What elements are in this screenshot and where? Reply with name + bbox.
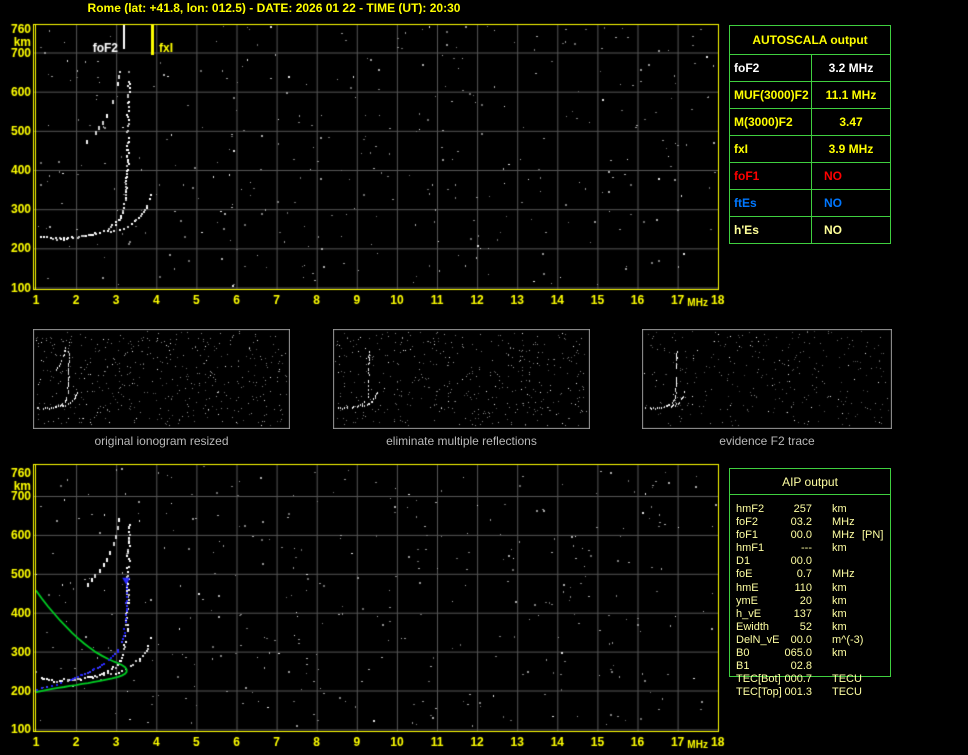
aip-row: TEC[Top] 001.3 TECU xyxy=(730,686,890,699)
parameter-label: Ewidth xyxy=(736,620,770,633)
parameter-value: 001.3 xyxy=(784,686,812,699)
parameter-label: foF1 xyxy=(730,163,812,189)
parameter-label: ftEs xyxy=(730,190,812,216)
thumbnail-original-ionogram xyxy=(33,329,290,429)
aip-row: h_vE 137 km xyxy=(730,608,890,621)
aip-row: DelN_vE 00.0 m^(-3) xyxy=(730,634,890,647)
autoscala-row: fxI 3.9 MHz xyxy=(730,135,890,162)
parameter-unit: km xyxy=(832,647,847,660)
parameter-label: B0 xyxy=(736,647,750,660)
aip-row: Ewidth 52 km xyxy=(730,621,890,634)
aip-table-header: AIP output xyxy=(730,469,890,495)
aip-row: ymE 20 km xyxy=(730,595,890,608)
parameter-label: fxI xyxy=(730,136,812,162)
parameter-label: h'Es xyxy=(730,217,812,243)
aip-row: B0 065.0 km xyxy=(730,647,890,660)
ionogram-analysis-plot xyxy=(0,454,728,754)
thumbnail-caption: eliminate multiple reflections xyxy=(386,434,537,448)
parameter-value: 000.7 xyxy=(784,673,812,686)
aip-row: hmE 110 km xyxy=(730,582,890,595)
parameter-unit: TECU xyxy=(832,686,862,699)
parameter-unit xyxy=(832,555,858,568)
parameter-value: NO xyxy=(824,223,842,237)
autoscala-table-body: foF2 3.2 MHz MUF(3000)F2 11.1 MHz M(3000)F2 3… xyxy=(730,55,890,243)
parameter-unit: km xyxy=(832,594,847,607)
parameter-label: TEC[Bot] xyxy=(736,673,781,686)
parameter-value: 11.1 MHz xyxy=(825,88,877,102)
parameter-value: --- xyxy=(801,542,812,555)
autoscala-row: h'Es NO xyxy=(730,216,890,243)
autoscala-row: foF1 NO xyxy=(730,162,890,189)
parameter-label: D1 xyxy=(736,555,751,568)
parameter-unit: km xyxy=(832,503,847,515)
parameter-value: 3.47 xyxy=(839,115,863,129)
parameter-unit: km xyxy=(832,542,847,555)
thumbnail-eliminate-reflections xyxy=(333,329,590,429)
parameter-unit: m^(-3) xyxy=(832,633,864,646)
parameter-unit: km xyxy=(832,607,847,620)
aip-table-body: hmF2 257 km foF2 03.2 MHz foF1 00.0 MHz [PN] hmF1 -… xyxy=(730,503,890,699)
parameter-label: hmE xyxy=(736,581,759,594)
parameter-label: foF1 xyxy=(736,529,759,542)
page-title: Rome (lat: +41.8, lon: 012.5) - DATE: 20… xyxy=(87,1,461,15)
parameter-label: B1 xyxy=(736,660,750,673)
aip-row: foF1 00.0 MHz [PN] xyxy=(730,529,890,542)
autoscala-output-table: AUTOSCALA output foF2 3.2 MHz MUF(3000)F2 1… xyxy=(729,25,891,244)
parameter-value: 3.9 MHz xyxy=(828,142,874,156)
parameter-label: foF2 xyxy=(730,55,812,81)
parameter-label: MUF(3000)F2 xyxy=(730,82,812,108)
aip-row: hmF2 257 km xyxy=(730,503,890,516)
parameter-value: 02.8 xyxy=(790,660,812,673)
aip-row: D1 00.0 xyxy=(730,555,890,568)
parameter-unit: km xyxy=(832,620,847,633)
parameter-value: 00.0 xyxy=(790,555,812,568)
aip-row: TEC[Bot] 000.7 TECU xyxy=(730,673,890,686)
parameter-flag: [PN] xyxy=(862,529,884,542)
parameter-label: h_vE xyxy=(736,607,762,620)
autoscala-row: M(3000)F2 3.47 xyxy=(730,108,890,135)
parameter-value: NO xyxy=(824,169,842,183)
parameter-label: foF2 xyxy=(736,516,759,529)
parameter-unit: km xyxy=(832,581,847,594)
aip-row: hmF1 --- km xyxy=(730,542,890,555)
parameter-unit: MHz xyxy=(832,516,855,529)
parameter-unit: TECU xyxy=(832,673,862,686)
parameter-unit: MHz xyxy=(832,529,855,542)
parameter-label: DelN_vE xyxy=(736,633,780,646)
parameter-value: 0.7 xyxy=(796,568,812,581)
parameter-value: 20 xyxy=(799,594,812,607)
autoscala-row: MUF(3000)F2 11.1 MHz xyxy=(730,81,890,108)
parameter-value: 257 xyxy=(793,503,812,515)
parameter-value: 137 xyxy=(793,607,812,620)
aip-row: B1 02.8 xyxy=(730,660,890,673)
parameter-value: NO xyxy=(824,196,842,210)
parameter-value: 065.0 xyxy=(784,647,812,660)
parameter-label: hmF2 xyxy=(736,503,765,515)
parameter-value: 52 xyxy=(799,620,812,633)
aip-row: foE 0.7 MHz xyxy=(730,568,890,581)
thumbnail-evidence-f2-trace xyxy=(642,329,892,429)
autoscala-row: foF2 3.2 MHz xyxy=(730,55,890,81)
parameter-value: 03.2 xyxy=(790,516,812,529)
parameter-label: hmF1 xyxy=(736,542,765,555)
parameter-value: 110 xyxy=(794,581,812,594)
autoscala-table-header: AUTOSCALA output xyxy=(730,26,890,55)
parameter-label: ymE xyxy=(736,594,758,607)
aip-output-table: AIP output hmF2 257 km foF2 03.2 MHz foF1 00.0 M… xyxy=(729,468,891,698)
parameter-value: 3.2 MHz xyxy=(828,61,874,75)
parameter-label: foE xyxy=(736,568,753,581)
autoscala-row: ftEs NO xyxy=(730,189,890,216)
parameter-value: 00.0 xyxy=(790,529,812,542)
ionogram-main-plot xyxy=(0,14,728,314)
parameter-unit: MHz xyxy=(832,568,855,581)
thumbnail-caption: original ionogram resized xyxy=(94,434,229,448)
parameter-value: 00.0 xyxy=(790,633,812,646)
autoscala-window: Rome (lat: +41.8, lon: 012.5) - DATE: 20… xyxy=(0,0,968,755)
thumbnail-caption: evidence F2 trace xyxy=(719,434,815,448)
parameter-unit xyxy=(832,660,858,673)
aip-row: foF2 03.2 MHz xyxy=(730,516,890,529)
parameter-label: TEC[Top] xyxy=(736,686,782,699)
parameter-label: M(3000)F2 xyxy=(730,109,812,135)
